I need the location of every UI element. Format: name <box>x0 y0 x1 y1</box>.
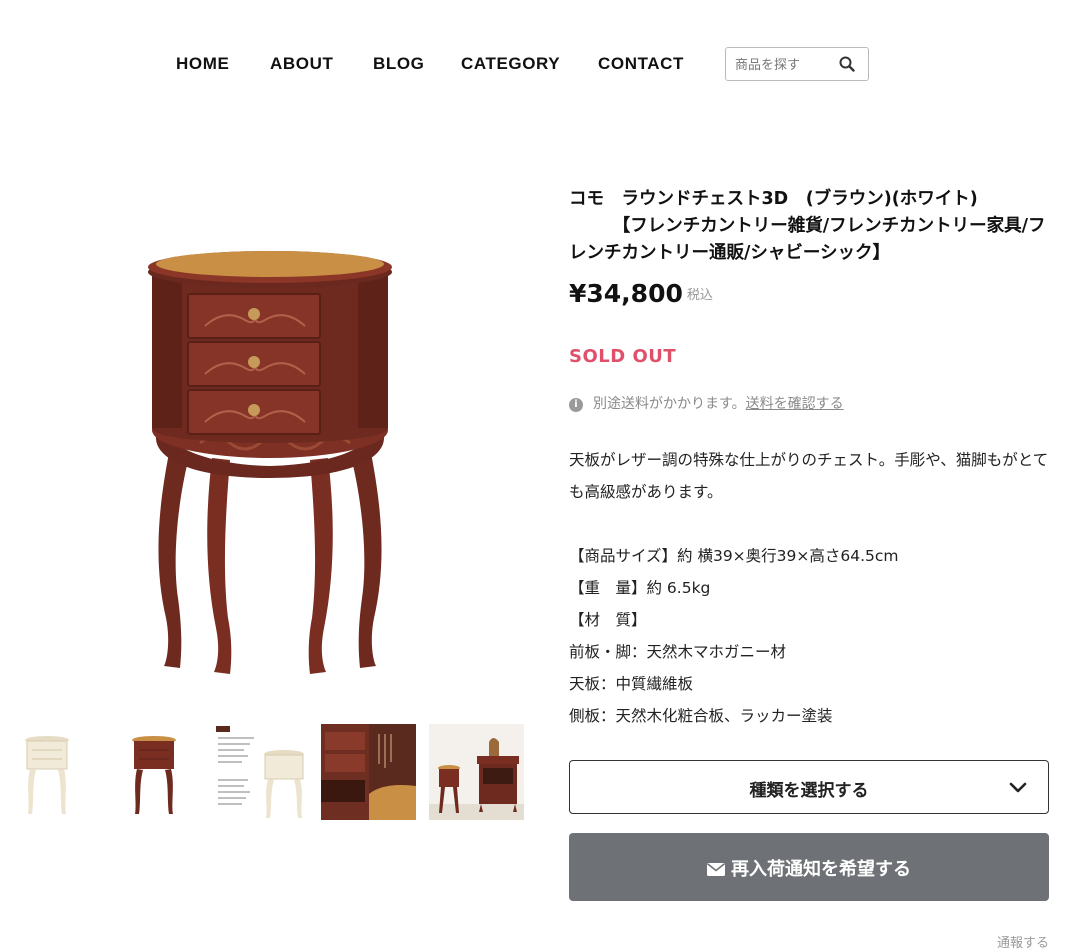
chevron-down-icon <box>1009 782 1027 793</box>
product-price: ¥34,800 <box>569 279 683 308</box>
description-line: 【材 質】 <box>569 611 647 629</box>
shipping-fee-link[interactable]: 送料を確認する <box>746 396 844 412</box>
description-line: 天板：中質繊維板 <box>569 675 694 693</box>
shipping-note: i 別途送料がかかります。送料を確認する <box>569 393 844 413</box>
price-row: ¥34,800 税込 <box>569 279 713 309</box>
variant-select-label: 種類を選択する <box>749 781 869 801</box>
search-input[interactable] <box>735 54 835 76</box>
thumbnail-brown-chest[interactable] <box>107 724 202 820</box>
product-title: コモ ラウンドチェスト3D (ブラウン)(ホワイト) 【フレンチカントリー雑貨/… <box>569 189 1046 263</box>
description-line: 天板がレザー調の特殊な仕上がりのチェスト。手彫や、猫脚もがとても高級感があります… <box>569 451 1049 501</box>
nav-about-link[interactable]: ABOUT <box>270 54 333 74</box>
variant-select[interactable]: 種類を選択する <box>569 760 1049 814</box>
spec-sheet-thumbnail-icon <box>214 724 309 820</box>
brown-chest-thumbnail-icon <box>107 724 202 820</box>
thumbnail-detail-drawer[interactable] <box>321 724 416 820</box>
white-chest-thumbnail-icon <box>0 724 95 820</box>
nav-blog-link[interactable]: BLOG <box>373 54 425 74</box>
description-line: 【重 量】約 6.5kg <box>569 579 711 597</box>
nav-home-link[interactable]: HOME <box>176 54 229 74</box>
product-description: 天板がレザー調の特殊な仕上がりのチェスト。手彫や、猫脚もがとても高級感があります… <box>569 444 1049 732</box>
product-info: コモ ラウンドチェスト3D (ブラウン)(ホワイト) 【フレンチカントリー雑貨/… <box>569 186 1049 725</box>
search-box <box>725 47 869 81</box>
detail-drawer-thumbnail-icon <box>321 724 416 820</box>
thumbnail-room-scene[interactable] <box>429 724 524 820</box>
description-line: 前板・脚：天然木マホガニー材 <box>569 643 787 661</box>
thumbnail-white-chest[interactable] <box>0 724 95 820</box>
restock-notify-button[interactable]: 再入荷通知を希望する <box>569 833 1049 901</box>
tax-label: 税込 <box>686 288 713 303</box>
thumbnail-strip <box>0 724 530 820</box>
nav-contact-link[interactable]: CONTACT <box>598 54 684 74</box>
thumbnail-spec-sheet[interactable] <box>214 724 309 820</box>
shipping-text: 別途送料がかかります。 <box>593 396 746 412</box>
sold-out-badge: SOLD OUT <box>569 346 677 367</box>
search-icon[interactable] <box>838 55 856 73</box>
global-nav: HOME ABOUT BLOG CATEGORY CONTACT <box>0 44 1080 86</box>
description-line: 側板：天然木化粧合板、ラッカー塗装 <box>569 707 833 725</box>
notify-button-content: 再入荷通知を希望する <box>569 855 1049 881</box>
nav-category-link[interactable]: CATEGORY <box>461 54 560 74</box>
mail-icon <box>707 863 725 876</box>
info-icon: i <box>569 398 583 412</box>
notify-button-label: 再入荷通知を希望する <box>731 859 911 880</box>
product-main-image[interactable] <box>130 238 410 686</box>
room-scene-thumbnail-icon <box>429 724 524 820</box>
report-link[interactable]: 通報する <box>997 932 1049 951</box>
description-line: 【商品サイズ】約 横39×奥行39×高さ64.5cm <box>569 547 899 565</box>
